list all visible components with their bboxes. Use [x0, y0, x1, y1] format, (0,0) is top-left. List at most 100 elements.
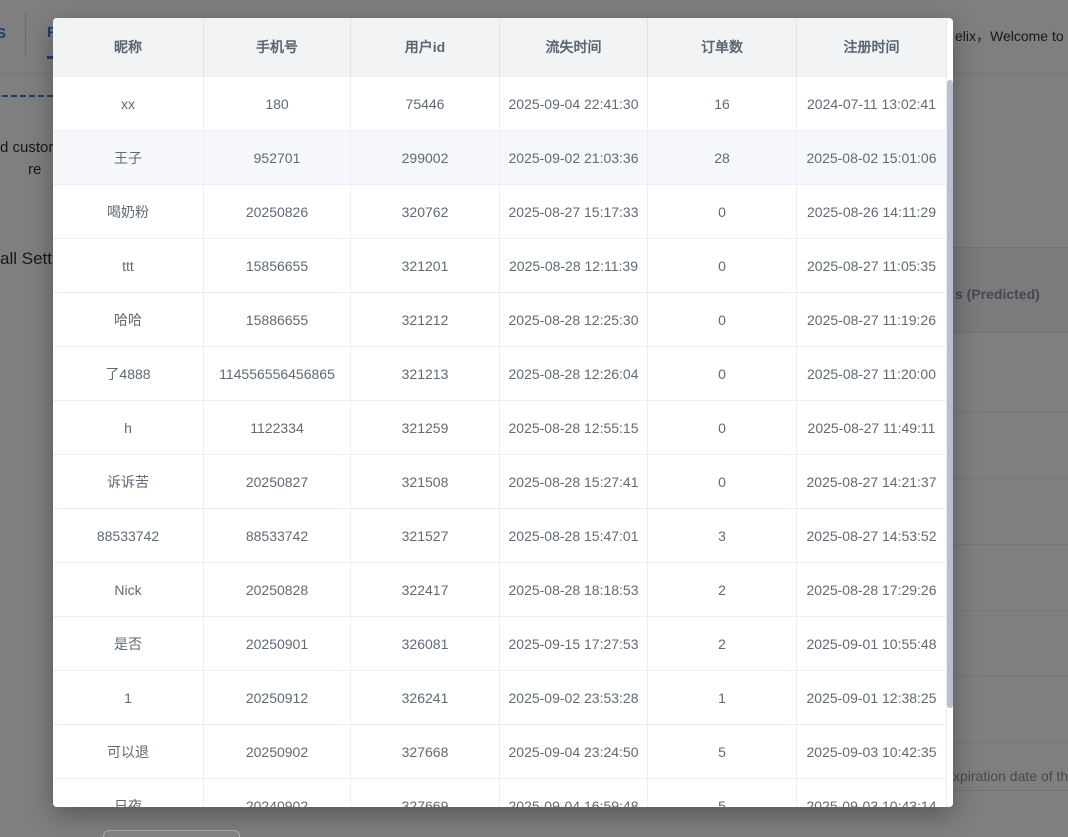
table-row[interactable]: 了4888 114556556456865 321213 2025-08-28 … — [53, 347, 947, 401]
cell-phone: 20250902 — [204, 725, 351, 779]
cell-nickname: 可以退 — [53, 725, 204, 779]
cell-churn_time: 2025-09-04 16:59:48 — [500, 779, 648, 807]
cell-user_id: 326241 — [351, 671, 500, 725]
cell-phone: 20250828 — [204, 563, 351, 617]
cell-orders: 2 — [648, 563, 797, 617]
cell-phone: 180 — [204, 77, 351, 131]
cell-orders: 2 — [648, 617, 797, 671]
cell-register_time: 2025-08-27 11:05:35 — [797, 239, 947, 293]
cell-phone: 952701 — [204, 131, 351, 185]
cell-phone: 20250912 — [204, 671, 351, 725]
cell-churn_time: 2025-09-02 23:53:28 — [500, 671, 648, 725]
cell-orders: 1 — [648, 671, 797, 725]
cell-user_id: 321527 — [351, 509, 500, 563]
column-header-register-time: 注册时间 — [797, 18, 947, 77]
cell-orders: 0 — [648, 293, 797, 347]
cell-churn_time: 2025-08-27 15:17:33 — [500, 185, 648, 239]
cell-phone: 20240902 — [204, 779, 351, 807]
cell-register_time: 2025-08-27 14:53:52 — [797, 509, 947, 563]
cell-orders: 0 — [648, 455, 797, 509]
cell-nickname: Nick — [53, 563, 204, 617]
cell-user_id: 321212 — [351, 293, 500, 347]
table-row[interactable]: 88533742 88533742 321527 2025-08-28 15:4… — [53, 509, 947, 563]
cell-phone: 15856655 — [204, 239, 351, 293]
cell-register_time: 2025-09-01 12:38:25 — [797, 671, 947, 725]
cell-register_time: 2025-08-27 11:20:00 — [797, 347, 947, 401]
cell-register_time: 2024-07-11 13:02:41 — [797, 77, 947, 131]
cell-churn_time: 2025-08-28 18:18:53 — [500, 563, 648, 617]
table-row[interactable]: 日夜 20240902 327669 2025-09-04 16:59:48 5… — [53, 779, 947, 807]
cell-register_time: 2025-09-01 10:55:48 — [797, 617, 947, 671]
cell-user_id: 327668 — [351, 725, 500, 779]
cell-orders: 0 — [648, 347, 797, 401]
cell-orders: 0 — [648, 239, 797, 293]
column-header-phone: 手机号 — [204, 18, 351, 77]
table-row[interactable]: 是否 20250901 326081 2025-09-15 17:27:53 2… — [53, 617, 947, 671]
cell-register_time: 2025-09-03 10:42:35 — [797, 725, 947, 779]
cell-orders: 16 — [648, 77, 797, 131]
cell-nickname: 王子 — [53, 131, 204, 185]
cell-nickname: 是否 — [53, 617, 204, 671]
cell-nickname: xx — [53, 77, 204, 131]
cell-nickname: 88533742 — [53, 509, 204, 563]
cell-nickname: h — [53, 401, 204, 455]
table-row[interactable]: 哈哈 15886655 321212 2025-08-28 12:25:30 0… — [53, 293, 947, 347]
cell-user_id: 326081 — [351, 617, 500, 671]
cell-user_id: 322417 — [351, 563, 500, 617]
cell-phone: 1122334 — [204, 401, 351, 455]
cell-nickname: 喝奶粉 — [53, 185, 204, 239]
table-scrollbar-thumb[interactable] — [947, 80, 953, 708]
cell-user_id: 75446 — [351, 77, 500, 131]
cell-nickname: 哈哈 — [53, 293, 204, 347]
cell-churn_time: 2025-08-28 12:55:15 — [500, 401, 648, 455]
cell-user_id: 321508 — [351, 455, 500, 509]
cell-user_id: 327669 — [351, 779, 500, 807]
cell-orders: 28 — [648, 131, 797, 185]
cell-register_time: 2025-08-02 15:01:06 — [797, 131, 947, 185]
cell-churn_time: 2025-09-04 22:41:30 — [500, 77, 648, 131]
cell-nickname: 了4888 — [53, 347, 204, 401]
table-row[interactable]: 1 20250912 326241 2025-09-02 23:53:28 1 … — [53, 671, 947, 725]
column-header-orders: 订单数 — [648, 18, 797, 77]
cell-register_time: 2025-09-03 10:43:14 — [797, 779, 947, 807]
column-header-nickname: 昵称 — [53, 18, 204, 77]
table-body: xx 180 75446 2025-09-04 22:41:30 16 2024… — [53, 77, 953, 807]
table-row[interactable]: Nick 20250828 322417 2025-08-28 18:18:53… — [53, 563, 947, 617]
cell-churn_time: 2025-08-28 12:11:39 — [500, 239, 648, 293]
cell-user_id: 321201 — [351, 239, 500, 293]
cell-churn_time: 2025-09-02 21:03:36 — [500, 131, 648, 185]
cell-phone: 20250826 — [204, 185, 351, 239]
table-row[interactable]: xx 180 75446 2025-09-04 22:41:30 16 2024… — [53, 77, 947, 131]
table-row[interactable]: h 1122334 321259 2025-08-28 12:55:15 0 2… — [53, 401, 947, 455]
cell-orders: 3 — [648, 509, 797, 563]
cell-churn_time: 2025-09-04 23:24:50 — [500, 725, 648, 779]
table-row[interactable]: 可以退 20250902 327668 2025-09-04 23:24:50 … — [53, 725, 947, 779]
table-scrollbar-track[interactable] — [947, 77, 953, 807]
table-header-row: 昵称 手机号 用户id 流失时间 订单数 注册时间 — [53, 18, 947, 77]
table-row[interactable]: ttt 15856655 321201 2025-08-28 12:11:39 … — [53, 239, 947, 293]
cell-orders: 0 — [648, 401, 797, 455]
cell-nickname: ttt — [53, 239, 204, 293]
cell-phone: 15886655 — [204, 293, 351, 347]
churn-users-modal: 昵称 手机号 用户id 流失时间 订单数 注册时间 xx 180 75446 2… — [53, 18, 953, 807]
cell-register_time: 2025-08-27 11:19:26 — [797, 293, 947, 347]
cell-phone: 88533742 — [204, 509, 351, 563]
column-header-user-id: 用户id — [351, 18, 500, 77]
table-row[interactable]: 诉诉苦 20250827 321508 2025-08-28 15:27:41 … — [53, 455, 947, 509]
cell-orders: 5 — [648, 725, 797, 779]
cell-churn_time: 2025-08-28 12:26:04 — [500, 347, 648, 401]
cell-user_id: 321213 — [351, 347, 500, 401]
cell-orders: 0 — [648, 185, 797, 239]
cell-phone: 20250901 — [204, 617, 351, 671]
cell-churn_time: 2025-09-15 17:27:53 — [500, 617, 648, 671]
table-row[interactable]: 王子 952701 299002 2025-09-02 21:03:36 28 … — [53, 131, 947, 185]
column-header-churn-time: 流失时间 — [500, 18, 648, 77]
cell-nickname: 日夜 — [53, 779, 204, 807]
cell-churn_time: 2025-08-28 12:25:30 — [500, 293, 648, 347]
cell-churn_time: 2025-08-28 15:27:41 — [500, 455, 648, 509]
cell-user_id: 299002 — [351, 131, 500, 185]
background-button[interactable] — [103, 830, 240, 837]
table-row[interactable]: 喝奶粉 20250826 320762 2025-08-27 15:17:33 … — [53, 185, 947, 239]
cell-nickname: 诉诉苦 — [53, 455, 204, 509]
screen: S F elix，Welcome to ou d custor re all S… — [0, 0, 1068, 837]
